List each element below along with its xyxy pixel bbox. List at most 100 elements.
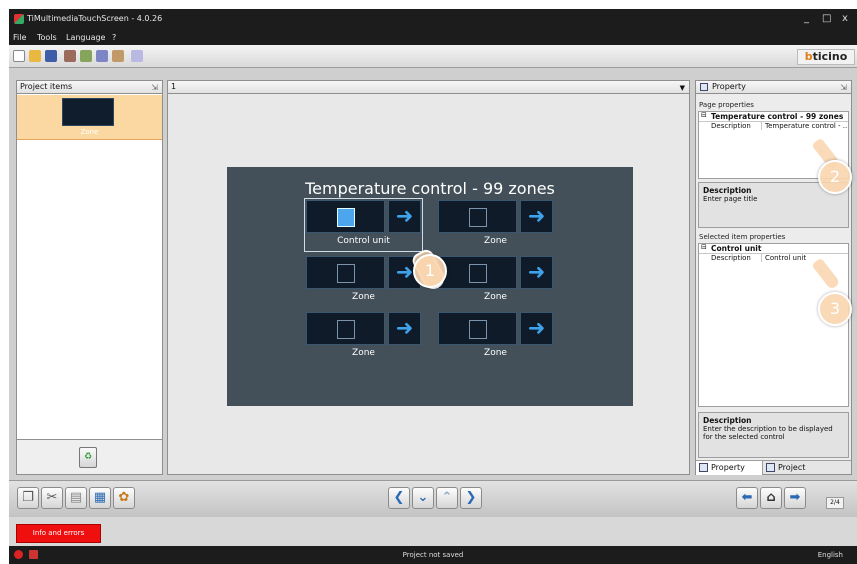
page-properties-header: Temperature control - 99 zones — [699, 112, 848, 121]
new-icon[interactable] — [13, 50, 25, 62]
menu-language[interactable]: Language — [66, 33, 105, 42]
dropdown-arrow-icon[interactable]: ▼ — [680, 82, 685, 94]
settings-icon[interactable] — [96, 50, 108, 62]
arrow-down-icon[interactable]: ⌄ — [412, 487, 434, 509]
menu-tools[interactable]: Tools — [37, 33, 57, 42]
pin-icon[interactable]: ⇲ — [151, 82, 158, 94]
pin-icon[interactable]: ⇲ — [840, 82, 847, 94]
page-counter: 2/4 — [826, 497, 844, 509]
menu-help[interactable]: ? — [112, 33, 116, 42]
page-number: 1 — [171, 82, 177, 91]
page-selector[interactable]: 1 ▼ — [167, 80, 690, 94]
property-value[interactable]: Temperature control - ... — [761, 122, 847, 130]
tile-label: Control unit — [337, 236, 390, 246]
property-value[interactable]: Control unit — [761, 254, 847, 262]
maximize-button[interactable]: □ — [822, 13, 831, 24]
palette-icon[interactable]: ✿ — [113, 487, 135, 509]
arrow-right-icon[interactable]: ➜ — [388, 200, 421, 233]
callout-3: 3 — [818, 292, 852, 326]
info-area: Info and errors — [9, 517, 857, 546]
project-item-label: Zone — [80, 128, 99, 136]
menu-file[interactable]: File — [13, 33, 26, 42]
arrow-right-icon[interactable]: ➜ — [520, 256, 553, 289]
cut-icon[interactable]: ✂ — [41, 487, 63, 509]
project-items-panel: Project items ⇲ Zone ♻ — [16, 80, 163, 475]
tile-label: Zone — [484, 292, 507, 302]
property-icon — [700, 83, 708, 91]
app-icon — [14, 14, 24, 24]
page-preview-title: Temperature control - 99 zones — [305, 179, 555, 198]
arrow-left-icon[interactable]: ❮ — [388, 487, 410, 509]
menu-bar: File Tools Language ? — [9, 31, 857, 45]
project-tab-icon — [766, 463, 775, 472]
zone-icon — [438, 200, 517, 233]
callout-1: 1 — [413, 254, 447, 288]
tile-control-unit[interactable]: ➜ Control unit — [304, 198, 423, 252]
page-description-row[interactable]: Description Temperature control - ... — [699, 121, 848, 130]
bottom-toolbar: ❐ ✂ ▤ ▦ ✿ ❮ ⌄ ⌃ ❯ ⬅ ⌂ ➡ 2/4 — [9, 480, 857, 517]
selected-properties-caption: Selected item properties — [699, 233, 786, 241]
receive-icon[interactable] — [80, 50, 92, 62]
property-tab-icon — [699, 463, 708, 472]
grid-icon[interactable] — [131, 50, 143, 62]
callout-2: 2 — [818, 160, 852, 194]
project-items-header: Project items ⇲ — [16, 80, 163, 94]
tile-zone[interactable]: ➜ Zone — [437, 255, 554, 307]
tile-label: Zone — [352, 348, 375, 358]
tab-property-label: Property — [711, 463, 745, 472]
save-icon[interactable] — [45, 50, 57, 62]
control-unit-icon — [306, 200, 385, 233]
minimize-button[interactable]: _ — [804, 13, 809, 24]
home-icon[interactable]: ⌂ — [760, 487, 782, 509]
window-title: TiMultimediaTouchScreen - 4.0.26 — [27, 14, 163, 23]
tile-label: Zone — [484, 236, 507, 246]
property-header: Property ⇲ — [695, 80, 852, 94]
tile-label: Zone — [352, 292, 375, 302]
property-key: Description — [711, 122, 751, 130]
arrow-right-icon[interactable]: ➜ — [388, 312, 421, 345]
zone-icon — [306, 256, 385, 289]
tile-label: Zone — [484, 348, 507, 358]
project-item-zone[interactable]: Zone — [17, 95, 162, 140]
selected-description-title: Description — [703, 416, 752, 425]
language-indicator[interactable]: English — [818, 551, 843, 559]
trash-icon[interactable]: ♻ — [79, 447, 97, 468]
status-text: Project not saved — [402, 551, 464, 559]
zone-thumbnail-icon — [62, 98, 114, 126]
arrow-right-icon[interactable]: ❯ — [460, 487, 482, 509]
tile-zone[interactable]: ➜ Zone — [437, 199, 554, 251]
status-bar: Project not saved English — [9, 546, 857, 564]
tile-zone[interactable]: ➜ Zone — [437, 311, 554, 363]
info-errors-button[interactable]: Info and errors — [16, 524, 101, 543]
paste-icon[interactable]: ▤ — [65, 487, 87, 509]
copy-icon[interactable]: ❐ — [17, 487, 39, 509]
tab-property[interactable]: Property — [696, 461, 763, 475]
arrow-up-icon[interactable]: ⌃ — [436, 487, 458, 509]
page-description-text: Enter page title — [703, 195, 758, 203]
layout-icon[interactable]: ▦ — [89, 487, 111, 509]
zone-icon — [306, 312, 385, 345]
tab-project[interactable]: Project — [763, 461, 823, 475]
property-key: Description — [711, 254, 751, 262]
tile-zone[interactable]: ➜ Zone — [305, 255, 422, 307]
toolbar: bticino — [9, 45, 857, 68]
property-title: Property — [712, 82, 746, 91]
connect-icon[interactable] — [112, 50, 124, 62]
project-items-title: Project items — [20, 82, 73, 91]
back-icon[interactable]: ⬅ — [736, 487, 758, 509]
tab-project-label: Project — [778, 463, 806, 472]
open-icon[interactable] — [29, 50, 41, 62]
arrow-right-icon[interactable]: ➜ — [520, 312, 553, 345]
selected-description-box: Description Enter the description to be … — [698, 412, 849, 458]
selected-description-text: Enter the description to be displayed fo… — [703, 425, 833, 441]
send-icon[interactable] — [64, 50, 76, 62]
zone-icon — [438, 312, 517, 345]
property-tabs: Property Project — [696, 460, 851, 475]
title-bar: TiMultimediaTouchScreen - 4.0.26 _ □ x — [9, 9, 857, 31]
zone-icon — [438, 256, 517, 289]
forward-icon[interactable]: ➡ — [784, 487, 806, 509]
close-button[interactable]: x — [842, 13, 848, 24]
tile-zone[interactable]: ➜ Zone — [305, 311, 422, 363]
arrow-right-icon[interactable]: ➜ — [520, 200, 553, 233]
page-properties-caption: Page properties — [699, 101, 754, 109]
